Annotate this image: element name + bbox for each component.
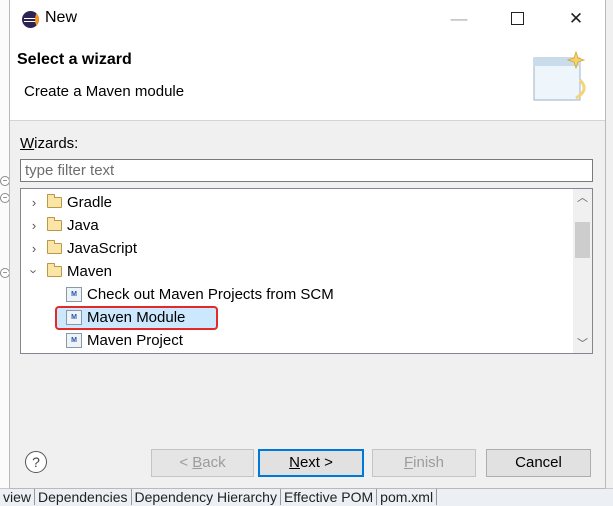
maximize-icon	[510, 11, 524, 25]
eclipse-icon	[22, 11, 39, 28]
wizards-label: Wizards:	[20, 135, 79, 152]
tree-item-gradle[interactable]: › Gradle	[21, 191, 571, 214]
maven-module-icon: M	[66, 310, 82, 325]
tree-item-javascript[interactable]: › JavaScript	[21, 237, 571, 260]
tree-item-maven-project[interactable]: M Maven Project	[21, 329, 571, 352]
editor-tab[interactable]: Dependencies	[35, 489, 132, 505]
tree-item-maven-module[interactable]: M Maven Module	[21, 306, 571, 329]
scroll-up-icon[interactable]: ︿	[573, 189, 592, 207]
next-button[interactable]: Next >	[258, 449, 364, 477]
folder-icon	[47, 240, 62, 254]
maximize-button[interactable]	[488, 0, 546, 38]
back-button[interactable]: < Back	[151, 449, 254, 477]
maven-checkout-icon: M	[66, 287, 82, 302]
vertical-scrollbar[interactable]: ︿ ﹀	[573, 189, 592, 353]
chevron-right-icon[interactable]: ›	[27, 214, 41, 237]
help-icon[interactable]: ?	[25, 451, 47, 473]
folder-icon	[47, 217, 62, 231]
wizard-tree: › Gradle › Java › JavaScript › Maven M C…	[20, 188, 593, 354]
tree-item-maven[interactable]: › Maven	[21, 260, 571, 283]
title-bar: New — ✕	[10, 0, 605, 38]
editor-tab[interactable]: Effective POM	[281, 489, 378, 505]
chevron-right-icon[interactable]: ›	[27, 191, 41, 214]
folder-open-icon	[47, 263, 62, 277]
finish-button[interactable]: Finish	[372, 449, 476, 477]
new-wizard-dialog: New — ✕ Select a wizard Create a Maven m…	[9, 0, 606, 489]
background-editor-tabs: view Dependencies Dependency Hierarchy Effe…	[0, 488, 613, 506]
chevron-down-icon[interactable]: ›	[23, 265, 46, 279]
scroll-down-icon[interactable]: ﹀	[573, 335, 592, 353]
tree-item-checkout-scm[interactable]: M Check out Maven Projects from SCM	[21, 283, 571, 306]
tree-item-java[interactable]: › Java	[21, 214, 571, 237]
window-title: New	[45, 9, 78, 26]
maven-project-icon: M	[66, 333, 82, 348]
cancel-button[interactable]: Cancel	[486, 449, 591, 477]
scroll-thumb[interactable]	[575, 222, 590, 258]
editor-tab[interactable]: view	[0, 489, 36, 505]
editor-tab[interactable]: pom.xml	[377, 489, 438, 505]
filter-input[interactable]	[20, 159, 593, 182]
close-button[interactable]: ✕	[547, 0, 605, 38]
chevron-right-icon[interactable]: ›	[27, 237, 41, 260]
minimize-button[interactable]: —	[430, 0, 488, 38]
page-title: Select a wizard	[17, 51, 132, 68]
wizard-header: Select a wizard Create a Maven module	[10, 38, 605, 121]
folder-icon	[47, 194, 62, 208]
editor-tab[interactable]: Dependency Hierarchy	[132, 489, 281, 505]
page-description: Create a Maven module	[24, 83, 185, 100]
wizard-banner-icon	[533, 50, 586, 101]
